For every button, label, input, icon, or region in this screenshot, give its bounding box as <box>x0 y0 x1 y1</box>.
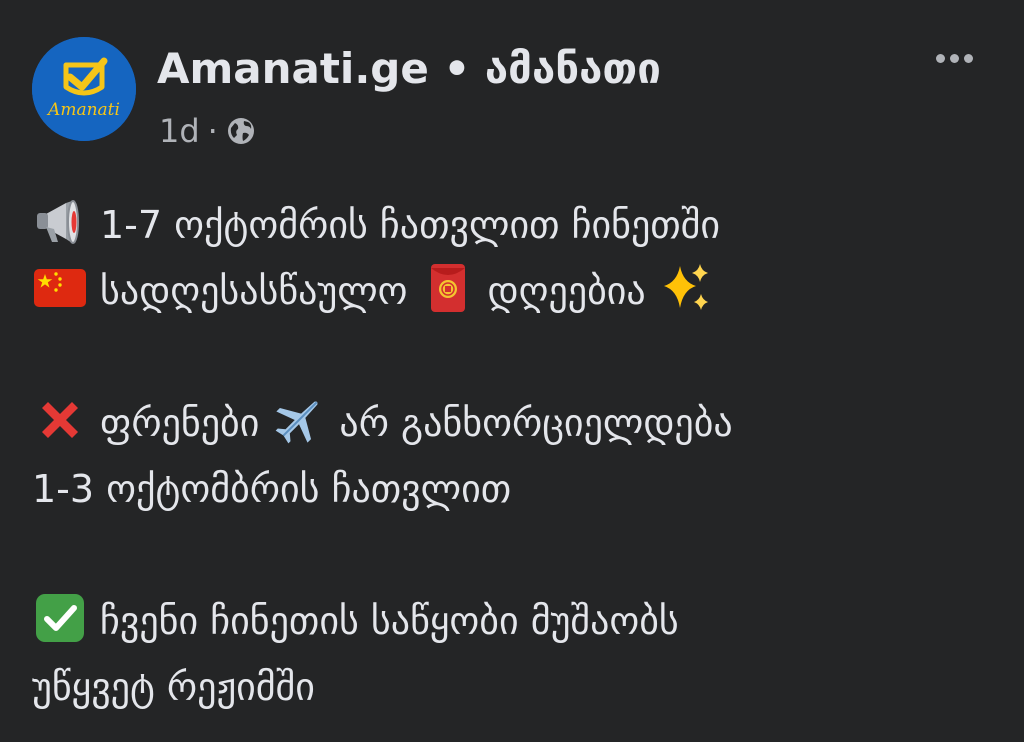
airplane-icon <box>271 392 327 448</box>
more-options-icon[interactable] <box>924 40 984 76</box>
post-content: 1-7 ოქტომრის ჩათვლით ჩინეთში სადღესასწაუ… <box>32 192 992 720</box>
page-avatar[interactable]: Amanati <box>32 37 136 141</box>
globe-icon[interactable] <box>226 116 256 146</box>
more-dot <box>963 53 973 63</box>
meta-separator: · <box>207 112 218 150</box>
post-text: უწყვეტ რეჟიმში <box>32 665 315 709</box>
post-text: ფრენები <box>100 401 260 445</box>
megaphone-icon <box>32 194 88 250</box>
sparkles-icon <box>658 260 714 316</box>
post-text: სადღესასწაულო <box>100 269 408 313</box>
cross-mark-icon <box>32 392 88 448</box>
check-mark-icon <box>32 590 88 646</box>
post-text: 1-7 ოქტომრის ჩათვლით ჩინეთში <box>100 203 721 247</box>
amanati-logo: Amanati <box>32 37 136 141</box>
post-paragraph: ფრენები არ განხორციელდება 1-3 ოქტომბრის … <box>32 390 992 522</box>
post-timestamp[interactable]: 1d <box>159 112 200 150</box>
page-name-link[interactable]: Amanati.ge • ამანათი <box>157 44 661 93</box>
text-line: 1-7 ოქტომრის ჩათვლით ჩინეთში <box>32 192 992 258</box>
facebook-post: Amanati Amanati.ge • ამანათი 1d · 1-7 ოქ… <box>0 0 1024 742</box>
post-text: 1-3 ოქტომბრის ჩათვლით <box>32 467 512 511</box>
post-text: დღეებია <box>487 269 646 313</box>
post-paragraph: ჩვენი ჩინეთის საწყობი მუშაობს უწყვეტ რეჟ… <box>32 588 992 720</box>
text-line: ფრენები არ განხორციელდება <box>32 390 992 456</box>
more-dot <box>949 53 959 63</box>
text-line: ჩვენი ჩინეთის საწყობი მუშაობს <box>32 588 992 654</box>
red-envelope-icon <box>420 260 476 316</box>
avatar-logo-text: Amanati <box>46 100 120 120</box>
post-text: ჩვენი ჩინეთის საწყობი მუშაობს <box>100 599 679 643</box>
post-meta: 1d · <box>159 112 256 150</box>
post-paragraph: 1-7 ოქტომრის ჩათვლით ჩინეთში სადღესასწაუ… <box>32 192 992 324</box>
post-text: არ განხორციელდება <box>339 401 733 445</box>
china-flag-icon <box>32 260 88 316</box>
more-dot <box>935 53 945 63</box>
text-line: უწყვეტ რეჟიმში <box>32 654 992 720</box>
text-line: სადღესასწაულო დღეებია <box>32 258 992 324</box>
text-line: 1-3 ოქტომბრის ჩათვლით <box>32 456 992 522</box>
